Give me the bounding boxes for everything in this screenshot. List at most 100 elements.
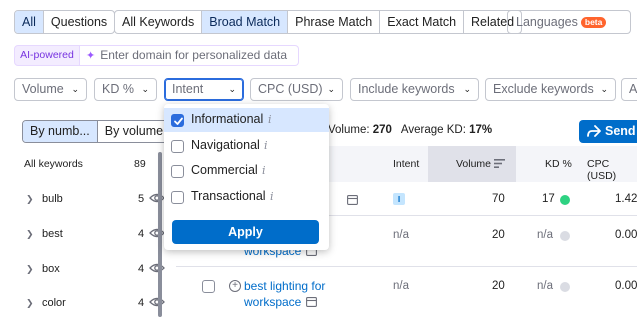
- kd-filter-label: KD %: [102, 82, 134, 96]
- sidebar-item-box[interactable]: ❯ box 4: [22, 261, 168, 281]
- intent-option-transactional[interactable]: Transactional i: [164, 185, 329, 209]
- ai-powered-badge: AI-powered: [14, 45, 80, 66]
- serp-features-icon[interactable]: [347, 195, 358, 205]
- sidebar-item-label: box: [42, 263, 60, 275]
- kd-indicator-dot: [560, 282, 570, 292]
- chevron-down-icon: ⌄: [71, 84, 79, 94]
- volume-filter[interactable]: Volume ⌄: [14, 78, 87, 101]
- share-arrow-icon: [587, 125, 601, 137]
- info-icon[interactable]: i: [268, 113, 272, 126]
- eye-icon[interactable]: [149, 191, 165, 205]
- cpc-filter[interactable]: CPC (USD) ⌄: [250, 78, 343, 101]
- option-label: Transactional: [191, 189, 266, 203]
- tab-all[interactable]: All: [15, 11, 44, 33]
- volume-cell: 20: [492, 280, 505, 292]
- eye-icon[interactable]: [149, 295, 165, 309]
- sidebar-sort-toggle: By numb... By volume: [22, 120, 172, 143]
- sidebar-item-label: bulb: [42, 193, 63, 205]
- chevron-down-icon: ⌄: [327, 84, 335, 94]
- keyword-link[interactable]: best lighting for: [244, 279, 325, 294]
- intent-filter-label: Intent: [172, 82, 204, 96]
- tab-questions[interactable]: Questions: [44, 11, 114, 33]
- volume-cell: 20: [492, 229, 505, 241]
- cpc-cell: 0.00: [615, 229, 637, 241]
- eye-icon[interactable]: [149, 226, 165, 240]
- checkbox[interactable]: [171, 191, 184, 204]
- sparkle-icon: ✦: [86, 50, 96, 62]
- row-checkbox[interactable]: [202, 280, 215, 293]
- exclude-keywords-filter[interactable]: Exclude keywords ⌄: [485, 78, 616, 101]
- kd-cell: n/a: [537, 280, 553, 292]
- chevron-down-icon: ⌄: [141, 84, 149, 94]
- cpc-column-header[interactable]: CPC (USD): [587, 158, 637, 182]
- tab-phrase-match[interactable]: Phrase Match: [288, 11, 381, 33]
- domain-input-placeholder: Enter domain for personalized data: [100, 48, 287, 62]
- intent-dropdown: Informational i Navigational i Commercia…: [164, 104, 329, 250]
- info-icon[interactable]: i: [270, 190, 274, 203]
- serp-features-icon[interactable]: [306, 297, 317, 307]
- sidebar-item-count: 4: [138, 297, 145, 309]
- volume-filter-label: Volume: [22, 82, 64, 96]
- row-divider: [176, 266, 637, 267]
- info-icon[interactable]: i: [262, 164, 266, 177]
- intent-column-header[interactable]: Intent: [393, 158, 419, 170]
- sidebar-item-count: 4: [138, 263, 145, 275]
- sidebar-item-color[interactable]: ❯ color 4: [22, 295, 168, 315]
- kd-filter[interactable]: KD % ⌄: [94, 78, 157, 101]
- intent-cell: n/a: [393, 229, 409, 241]
- domain-input[interactable]: ✦ Enter domain for personalized data: [80, 45, 299, 66]
- exclude-keywords-label: Exclude keywords: [493, 82, 594, 96]
- chevron-right-icon: ❯: [26, 264, 34, 274]
- checkbox-checked[interactable]: [171, 114, 184, 127]
- kd-column-header[interactable]: KD %: [545, 158, 572, 170]
- apply-button[interactable]: Apply: [172, 220, 319, 244]
- tab-all-keywords[interactable]: All Keywords: [115, 11, 203, 33]
- chevron-up-icon: ⌄: [228, 84, 236, 94]
- sidebar-item-best[interactable]: ❯ best 4: [22, 226, 168, 246]
- sidebar-item-bulb[interactable]: ❯ bulb 5: [22, 191, 168, 211]
- cpc-cell: 0.00: [615, 280, 637, 292]
- send-button[interactable]: Send: [579, 120, 637, 143]
- info-icon[interactable]: i: [264, 139, 268, 152]
- sidebar-scrollbar[interactable]: [158, 152, 162, 317]
- sidebar-item-count: 5: [138, 193, 145, 205]
- total-volume-label: Volume:: [328, 124, 370, 136]
- chevron-down-icon: ⌄: [463, 84, 471, 94]
- tab-exact-match[interactable]: Exact Match: [380, 11, 465, 33]
- sort-by-volume[interactable]: By volume: [98, 121, 170, 142]
- advanced-filters[interactable]: Ad: [621, 78, 637, 101]
- sidebar-item-label: best: [42, 228, 63, 240]
- option-label: Commercial: [191, 163, 258, 177]
- add-to-list-icon[interactable]: +: [229, 280, 241, 292]
- include-keywords-filter[interactable]: Include keywords ⌄: [350, 78, 479, 101]
- volume-column-header[interactable]: Volume: [456, 158, 491, 170]
- intent-option-commercial[interactable]: Commercial i: [164, 159, 329, 183]
- sidebar-all-keywords[interactable]: All keywords: [24, 158, 83, 170]
- kd-cell: 17: [542, 193, 555, 205]
- keyword-link[interactable]: workspace: [244, 295, 301, 310]
- intent-option-informational[interactable]: Informational i: [164, 108, 329, 132]
- tab-broad-match[interactable]: Broad Match: [202, 11, 289, 33]
- languages-label: Languages: [516, 15, 578, 29]
- checkbox[interactable]: [171, 140, 184, 153]
- intent-option-navigational[interactable]: Navigational i: [164, 134, 329, 158]
- sidebar-all-keywords-count: 89: [134, 158, 146, 170]
- average-kd-label: Average KD:: [400, 124, 466, 136]
- checkbox[interactable]: [171, 165, 184, 178]
- eye-icon[interactable]: [149, 261, 165, 275]
- beta-badge: beta: [580, 17, 607, 28]
- sort-desc-icon[interactable]: [494, 159, 505, 168]
- intent-filter[interactable]: Intent ⌄: [164, 78, 244, 101]
- average-kd-value: 17%: [469, 124, 493, 136]
- chevron-right-icon: ❯: [26, 229, 34, 239]
- advanced-filters-label: Ad: [629, 82, 637, 96]
- match-type-group: All Keywords Broad Match Phrase Match Ex…: [114, 10, 523, 34]
- kd-cell: n/a: [537, 229, 553, 241]
- languages-dropdown[interactable]: Languages beta: [507, 10, 631, 34]
- sort-by-number[interactable]: By numb...: [23, 121, 98, 142]
- kd-indicator-dot: [560, 195, 570, 205]
- send-label: Send: [605, 124, 636, 138]
- sidebar-item-label: color: [42, 297, 66, 309]
- intent-informational-badge[interactable]: I: [393, 193, 405, 205]
- option-label: Informational: [191, 112, 264, 126]
